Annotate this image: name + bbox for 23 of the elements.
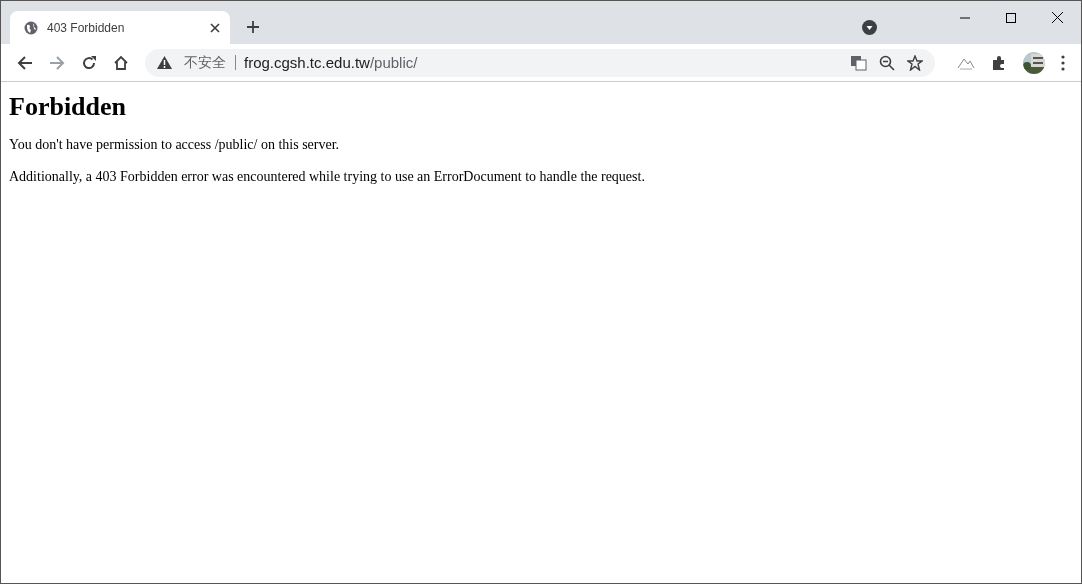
error-message: You don't have permission to access /public/ on this server. xyxy=(9,137,341,153)
extensions-icon[interactable] xyxy=(991,54,1007,71)
star-icon[interactable] xyxy=(907,54,923,71)
translate-icon[interactable] xyxy=(851,54,867,71)
home-icon[interactable] xyxy=(113,54,129,71)
browser-tab[interactable]: 403 Forbidden xyxy=(10,11,230,44)
close-icon[interactable] xyxy=(1052,12,1063,23)
back-icon[interactable] xyxy=(17,54,33,71)
page-heading: Forbidden xyxy=(9,92,128,122)
forward-icon[interactable] xyxy=(49,54,65,71)
security-label: 不安全 xyxy=(184,55,236,70)
menu-icon[interactable] xyxy=(1061,54,1065,71)
error-message: Additionally, a 403 Forbidden error was encountered while trying to use an ErrorDocument to handle the request. xyxy=(9,169,646,185)
new-tab-icon[interactable] xyxy=(247,21,259,33)
globe-icon xyxy=(24,20,38,35)
warning-icon xyxy=(157,56,172,69)
zoom-out-icon[interactable] xyxy=(879,54,895,71)
close-icon[interactable] xyxy=(210,22,220,33)
address-bar[interactable]: 不安全 frog.cgsh.tc.edu.tw/public/ xyxy=(145,48,935,77)
tab-search-icon[interactable] xyxy=(862,20,877,35)
url-text: frog.cgsh.tc.edu.tw/public/ xyxy=(244,54,418,71)
maximize-icon[interactable] xyxy=(1006,12,1016,23)
reload-icon[interactable] xyxy=(81,54,97,71)
